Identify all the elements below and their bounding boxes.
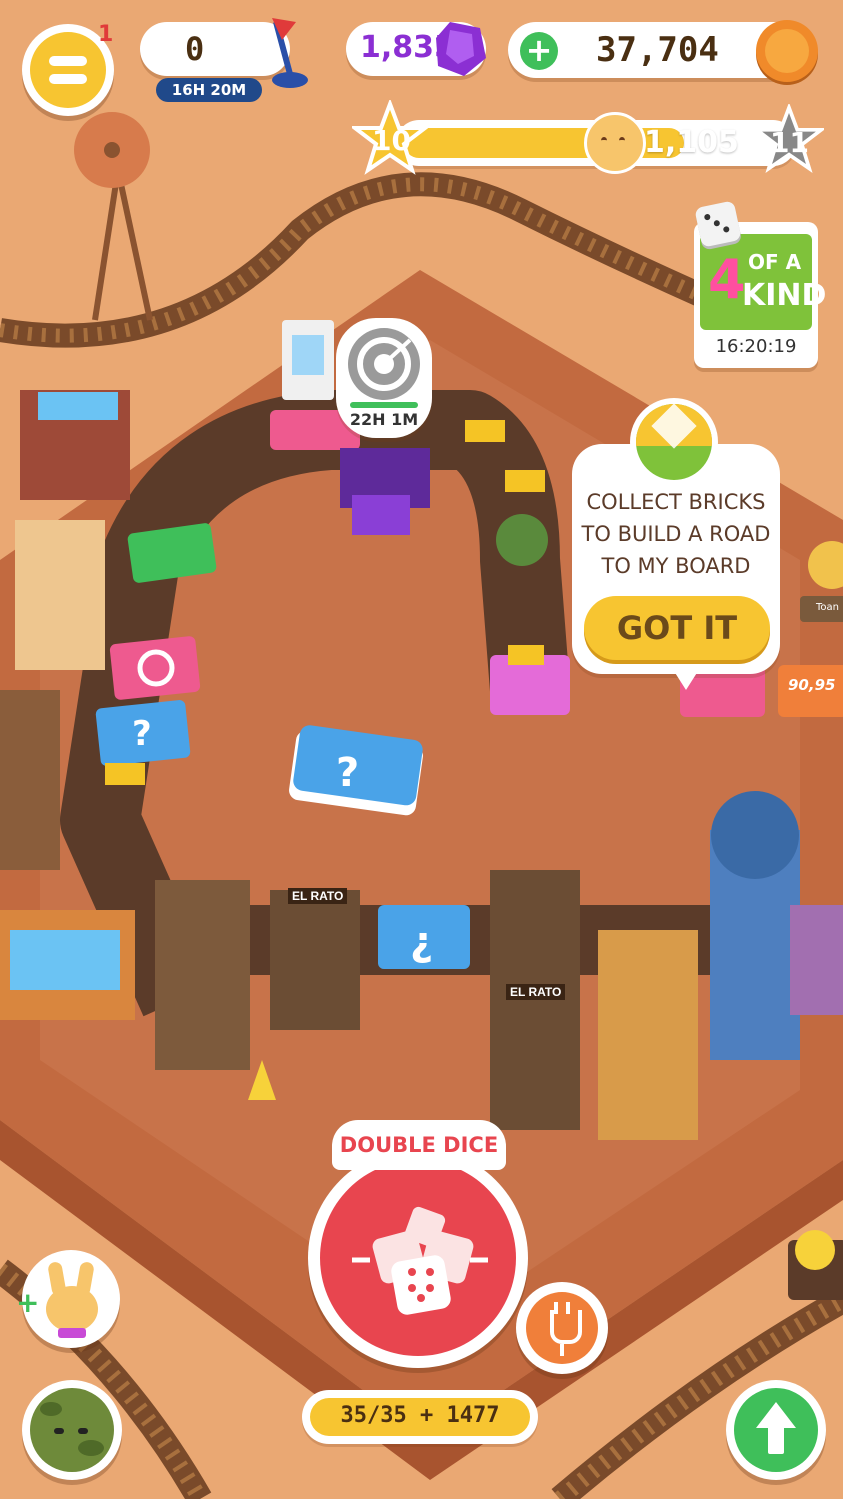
level-next: 11	[770, 126, 809, 159]
auto-roll-button[interactable]	[516, 1282, 608, 1374]
player-avatar-button[interactable]	[22, 1380, 122, 1480]
cactus-avatar-icon	[30, 1388, 114, 1472]
invite-friend-button[interactable]: +	[16, 1250, 120, 1348]
tile-pink-target	[109, 636, 201, 700]
dice-counter: 35/35 + 1477	[302, 1390, 538, 1444]
pin-timer: 16H 20M	[156, 78, 262, 102]
board-upgrade-button[interactable]	[726, 1380, 826, 1480]
svg-text:?: ?	[132, 714, 152, 754]
target-icon	[348, 328, 420, 400]
roll-dice-button[interactable]	[308, 1148, 528, 1368]
dice-icon	[352, 1206, 488, 1315]
event-title-text-2: KIND	[742, 278, 827, 313]
svg-text:?: ?	[336, 750, 359, 796]
side-player-name: Toan	[816, 602, 839, 613]
got-it-button[interactable]: GOT IT	[584, 596, 770, 660]
pin-icon	[272, 18, 308, 88]
menu-icon	[30, 32, 106, 108]
menu-badge: 1	[98, 22, 114, 47]
tooltip-line-1: COLLECT BRICKS	[586, 490, 766, 514]
building-sign-center: EL RATO	[506, 984, 566, 1000]
event-title-text-1: OF A	[748, 250, 802, 274]
plug-icon	[526, 1292, 598, 1364]
gem-icon	[436, 22, 486, 76]
target-bubble[interactable]: 22H 1M	[336, 318, 432, 438]
svg-text:¿: ¿	[410, 919, 433, 965]
tooltip-line-3: TO MY BOARD	[601, 554, 751, 578]
coin-icon	[756, 20, 818, 82]
roll-title: DOUBLE DICE	[332, 1120, 506, 1170]
bunny-face-icon	[584, 112, 646, 174]
level-current: 10	[372, 124, 411, 157]
event-title-num: 4	[708, 248, 746, 311]
target-timer: 22H 1M	[349, 410, 419, 429]
bunny-avatar-icon	[42, 1261, 102, 1338]
add-coins-button[interactable]: +	[520, 32, 558, 70]
building-sign-left: EL RATO	[288, 888, 348, 904]
xp-value: 1,105	[644, 125, 739, 160]
arrow-up-icon	[734, 1388, 818, 1472]
dice-icon	[694, 200, 742, 248]
tooltip-line-2: TO BUILD A ROAD	[581, 522, 771, 546]
plus-icon: +	[525, 31, 553, 69]
event-timer: 16:20:19	[715, 336, 797, 357]
price-tag: 90,95	[788, 676, 836, 694]
pin-count: 0	[185, 30, 205, 68]
plus-icon: +	[16, 1286, 40, 1319]
brick-icon	[630, 398, 718, 486]
dice-count-value: 35/35 + 1477	[340, 1403, 500, 1428]
coins-value: 37,704	[596, 30, 719, 70]
tooltip-tail	[672, 668, 700, 690]
